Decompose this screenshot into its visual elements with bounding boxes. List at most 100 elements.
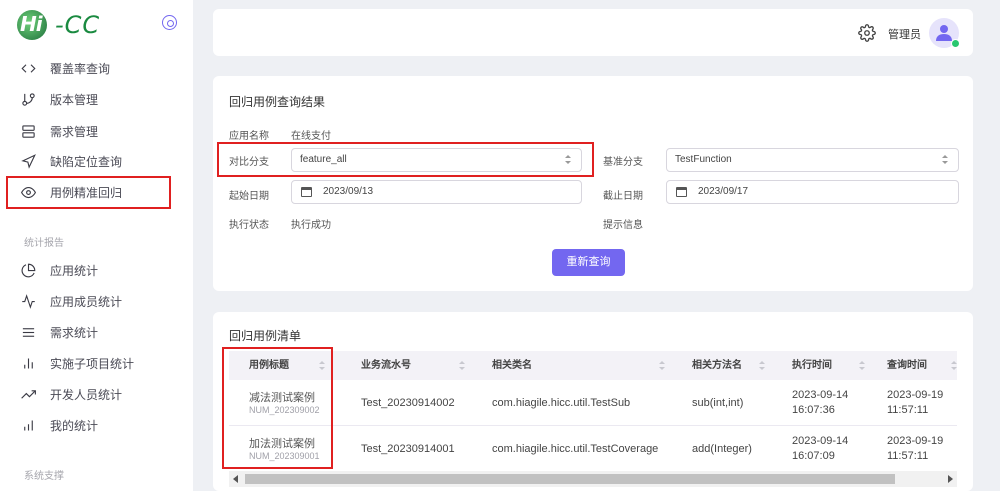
section-title-stats: 统计报告 <box>24 238 64 249</box>
column-header-query-time[interactable]: 查询时间 <box>887 351 927 380</box>
bar-chart-2-icon <box>20 417 36 433</box>
query-date: 2023-09-19 <box>887 435 944 447</box>
sidebar-item-my-stats[interactable]: 我的统计 <box>20 411 170 439</box>
sidebar-item-label: 开发人员统计 <box>50 387 123 402</box>
git-branch-icon <box>20 91 36 107</box>
section-title-support: 系统支撑 <box>24 471 64 482</box>
sidebar-item-requirement-management[interactable]: 需求管理 <box>20 117 170 145</box>
case-list-title: 回归用例清单 <box>229 329 302 343</box>
table-row[interactable]: 加法测试案例 NUM_202309001 Test_20230914001 co… <box>229 426 957 472</box>
sidebar-toggle-icon[interactable] <box>162 15 177 30</box>
query-date: 2023-09-19 <box>887 389 944 401</box>
chevron-updown-icon <box>942 155 948 165</box>
sort-icon[interactable] <box>459 361 465 371</box>
case-serial: Test_20230914001 <box>361 443 455 455</box>
logo-text-hi: Hi <box>20 12 43 36</box>
highlight-box-compare-branch <box>217 142 594 177</box>
scroll-left-icon[interactable] <box>233 475 238 483</box>
exec-status-label: 执行状态 <box>229 220 269 231</box>
start-date-value: 2023/09/13 <box>323 186 374 197</box>
sidebar: Hi -CC 覆盖率查询 版本管理 需求管理 缺陷定位查询 用例精准回归 统计报… <box>0 0 193 491</box>
sidebar-item-label: 实施子项目统计 <box>50 356 135 371</box>
app-logo[interactable]: Hi -CC <box>17 9 113 40</box>
app-name-value: 在线支付 <box>291 131 331 142</box>
query-result-card: 回归用例查询结果 应用名称 在线支付 对比分支 feature_all 基准分支… <box>213 76 973 291</box>
horizontal-scrollbar[interactable] <box>229 471 957 487</box>
query-time: 11:57:11 <box>887 404 929 416</box>
navigation-icon <box>20 153 36 169</box>
highlight-box-sidebar <box>6 176 171 209</box>
base-branch-label: 基准分支 <box>603 157 643 168</box>
requery-button[interactable]: 重新查询 <box>552 249 625 276</box>
user-icon <box>936 25 952 41</box>
bar-chart-icon <box>20 355 36 371</box>
sidebar-item-label: 我的统计 <box>50 418 99 433</box>
sidebar-item-label: 需求统计 <box>50 325 99 340</box>
case-class: com.hiagile.hicc.util.TestSub <box>492 397 631 409</box>
sidebar-item-version-management[interactable]: 版本管理 <box>20 85 170 113</box>
table-header: 用例标题 业务流水号 相关类名 相关方法名 执行时间 查询时间 <box>229 351 957 380</box>
sidebar-item-label: 应用成员统计 <box>50 294 123 309</box>
sidebar-item-requirement-stats[interactable]: 需求统计 <box>20 318 170 346</box>
sidebar-item-label: 缺陷定位查询 <box>50 154 123 169</box>
end-date-label: 截止日期 <box>603 191 643 202</box>
sort-icon[interactable] <box>859 361 865 371</box>
base-branch-select[interactable]: TestFunction <box>666 148 959 172</box>
sidebar-item-label: 需求管理 <box>50 124 99 139</box>
column-header-method[interactable]: 相关方法名 <box>692 351 742 380</box>
end-date-input[interactable]: 2023/09/17 <box>666 180 959 204</box>
case-list-card: 回归用例清单 用例标题 业务流水号 相关类名 相关方法名 执行时间 查询时间 减… <box>213 312 973 491</box>
query-card-title: 回归用例查询结果 <box>229 95 326 109</box>
scrollbar-thumb[interactable] <box>245 474 895 484</box>
avatar[interactable] <box>929 18 960 48</box>
query-time: 11:57:11 <box>887 450 929 462</box>
case-method: sub(int,int) <box>692 397 744 409</box>
sidebar-item-coverage-query[interactable]: 覆盖率查询 <box>20 54 170 82</box>
exec-time: 16:07:09 <box>792 450 835 462</box>
highlight-box-case-title-column <box>222 347 333 469</box>
activity-icon <box>20 293 36 309</box>
start-date-input[interactable]: 2023/09/13 <box>291 180 582 204</box>
top-header: 管理员 <box>213 9 973 56</box>
column-header-exec-time[interactable]: 执行时间 <box>792 351 832 380</box>
case-table: 用例标题 业务流水号 相关类名 相关方法名 执行时间 查询时间 减法测试案例 N… <box>229 351 957 481</box>
exec-date: 2023-09-14 <box>792 435 849 447</box>
sort-icon[interactable] <box>759 361 765 371</box>
sidebar-item-member-stats[interactable]: 应用成员统计 <box>20 287 170 315</box>
calendar-icon <box>301 187 312 197</box>
column-header-serial[interactable]: 业务流水号 <box>361 351 411 380</box>
sidebar-item-label: 应用统计 <box>50 263 99 278</box>
exec-status-value: 执行成功 <box>291 220 331 231</box>
code-icon <box>20 60 36 76</box>
user-name[interactable]: 管理员 <box>888 26 921 42</box>
list-icon <box>20 324 36 340</box>
scroll-right-icon[interactable] <box>948 475 953 483</box>
logo-text-cc: -CC <box>55 11 101 39</box>
base-branch-value: TestFunction <box>675 154 732 165</box>
table-row[interactable]: 减法测试案例 NUM_202309002 Test_20230914002 co… <box>229 380 957 426</box>
gear-icon[interactable] <box>858 24 876 42</box>
sidebar-item-subproject-stats[interactable]: 实施子项目统计 <box>20 349 170 377</box>
column-header-class[interactable]: 相关类名 <box>492 351 532 380</box>
case-serial: Test_20230914002 <box>361 397 455 409</box>
pie-chart-icon <box>20 262 36 278</box>
end-date-value: 2023/09/17 <box>698 186 749 197</box>
sidebar-item-label: 覆盖率查询 <box>50 61 111 76</box>
sort-icon[interactable] <box>659 361 665 371</box>
server-icon <box>20 123 36 139</box>
online-status-dot <box>951 39 960 48</box>
case-method: add(Integer) <box>692 443 752 455</box>
start-date-label: 起始日期 <box>229 191 269 202</box>
sidebar-item-app-stats[interactable]: 应用统计 <box>20 256 170 284</box>
case-class: com.hiagile.hicc.util.TestCoverage <box>492 443 659 455</box>
app-name-label: 应用名称 <box>229 131 269 142</box>
sidebar-item-defect-location[interactable]: 缺陷定位查询 <box>20 147 170 175</box>
sort-icon[interactable] <box>951 361 957 371</box>
sidebar-item-label: 版本管理 <box>50 92 99 107</box>
exec-date: 2023-09-14 <box>792 389 849 401</box>
hint-label: 提示信息 <box>603 220 643 231</box>
sidebar-item-developer-stats[interactable]: 开发人员统计 <box>20 380 170 408</box>
calendar-icon <box>676 187 687 197</box>
trending-up-icon <box>20 386 36 402</box>
exec-time: 16:07:36 <box>792 404 835 416</box>
